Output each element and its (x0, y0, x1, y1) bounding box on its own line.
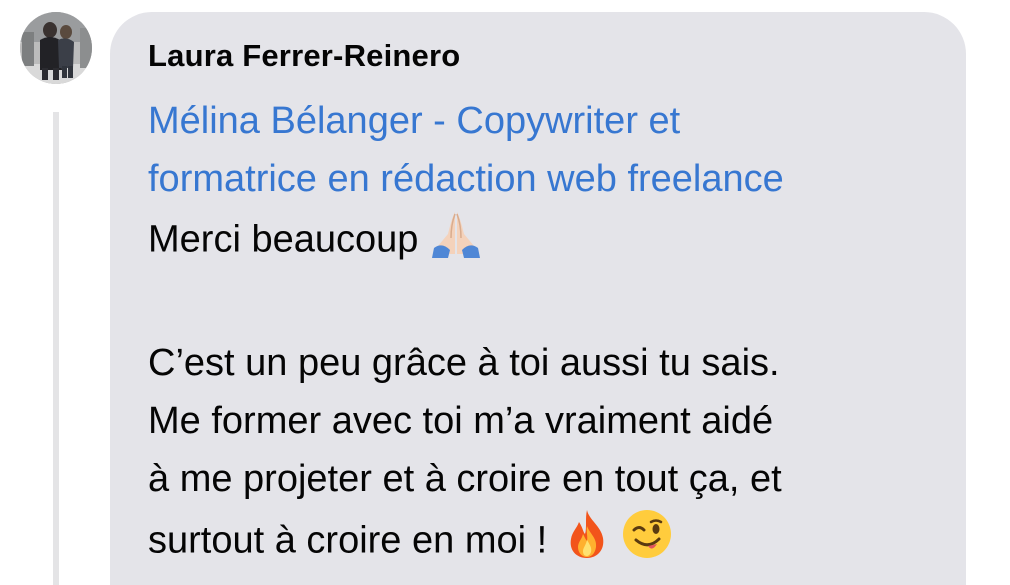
folded-hands-emoji-icon (428, 208, 484, 275)
avatar-photo-icon (20, 12, 92, 84)
comment-text-line: C’est un peu grâce à toi aussi tu sais. (148, 342, 780, 384)
mention-link[interactable]: Mélina Bélanger - Copywriter et formatri… (148, 92, 948, 208)
mention-line-2: formatrice en rédaction web freelance (148, 158, 784, 200)
comment-text-line: à me projeter et à croire en tout ça, et (148, 458, 782, 500)
comment-text-line: surtout à croire en moi ! (148, 508, 948, 577)
fire-emoji-icon (563, 508, 611, 577)
comment-text: surtout à croire en moi ! (148, 519, 548, 562)
comment-text-line: Me former avec toi m’a vraiment aidé (148, 400, 774, 442)
comment-author[interactable]: Laura Ferrer-Reinero (148, 38, 460, 74)
mention-line-1: Mélina Bélanger - Copywriter et (148, 100, 681, 142)
comment-text: Merci beaucoup (148, 218, 419, 261)
comment-text-line: Merci beaucoup (148, 208, 948, 275)
avatar[interactable] (20, 12, 92, 84)
winking-face-emoji-icon (621, 508, 673, 577)
comment-paragraph: C’est un peu grâce à toi aussi tu sais. … (148, 334, 948, 577)
comment-thread: Laura Ferrer-Reinero Mélina Bélanger - C… (0, 0, 1010, 585)
thread-line (53, 112, 59, 585)
